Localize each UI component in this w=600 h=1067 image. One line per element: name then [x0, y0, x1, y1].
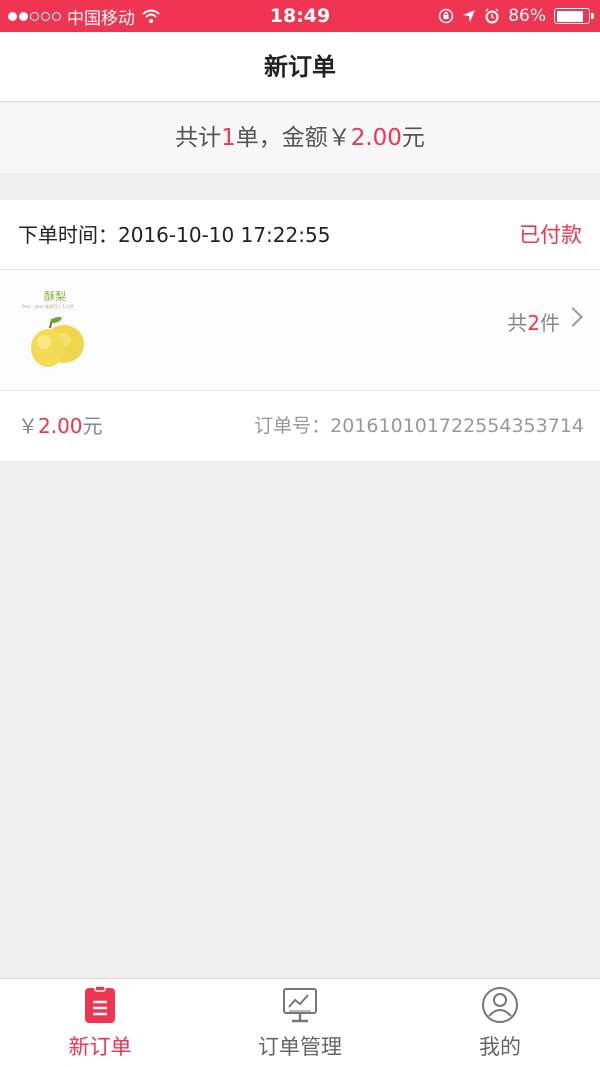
chart-monitor-icon	[283, 988, 317, 1023]
tab-mine[interactable]: 我的	[400, 979, 600, 1067]
summary-mid: 单，金额￥	[235, 125, 351, 151]
order-footer: ￥2.00元 订单号：201610101722554353714	[0, 391, 600, 461]
tab-new-orders[interactable]: 新订单	[0, 979, 200, 1067]
order-number-label: 订单号：	[254, 415, 331, 437]
order-price: ￥2.00元	[18, 391, 103, 461]
pear-image-icon	[31, 316, 84, 367]
order-summary: 共计1单，金额￥2.00元	[0, 103, 600, 173]
item-count-prefix: 共	[507, 311, 528, 335]
summary-suffix: 元	[401, 125, 425, 151]
tab-label: 新订单	[68, 1035, 132, 1059]
tab-order-management[interactable]: 订单管理	[200, 979, 400, 1067]
status-bar: 中国移动 18:49 86%	[0, 0, 600, 32]
battery-icon	[554, 8, 594, 24]
clipboard-icon	[85, 985, 115, 1023]
chevron-right-icon[interactable]	[563, 307, 583, 327]
order-header: 下单时间：2016-10-10 17:22:55 已付款	[0, 200, 600, 270]
summary-count: 1	[221, 125, 236, 151]
order-status-badge: 已付款	[519, 223, 582, 247]
price-value: 2.00	[38, 414, 83, 438]
order-card[interactable]: 下单时间：2016-10-10 17:22:55 已付款 酥梨 Pear · p…	[0, 200, 600, 461]
order-items-row[interactable]: 酥梨 Pear · pear 香甜可口 1斤/件 共2件	[0, 270, 600, 391]
tab-label: 订单管理	[258, 1035, 342, 1059]
battery-percent: 86%	[508, 6, 546, 26]
tab-bar: 新订单 订单管理 我的	[0, 978, 600, 1067]
order-time: 下单时间：2016-10-10 17:22:55	[18, 200, 330, 270]
rotation-lock-icon	[438, 8, 454, 24]
price-prefix: ￥	[18, 414, 38, 438]
product-thumbnail: 酥梨 Pear · pear 香甜可口 1斤/件	[22, 286, 94, 378]
summary-prefix: 共计	[175, 125, 222, 151]
status-right: 86%	[438, 0, 594, 32]
user-icon	[482, 987, 518, 1023]
alarm-icon	[485, 8, 499, 24]
order-number: 订单号：201610101722554353714	[254, 391, 584, 461]
price-suffix: 元	[82, 414, 103, 438]
item-count-suffix: 件	[540, 311, 560, 335]
page-title: 新订单	[0, 32, 600, 102]
item-count: 共2件	[507, 270, 560, 376]
summary-amount: 2.00	[350, 125, 402, 151]
order-time-label: 下单时间：	[18, 223, 118, 247]
item-count-value: 2	[527, 311, 540, 335]
location-arrow-icon	[463, 10, 476, 22]
order-number-value: 201610101722554353714	[330, 415, 584, 437]
tab-label: 我的	[479, 1035, 521, 1059]
order-time-value: 2016-10-10 17:22:55	[118, 223, 331, 247]
